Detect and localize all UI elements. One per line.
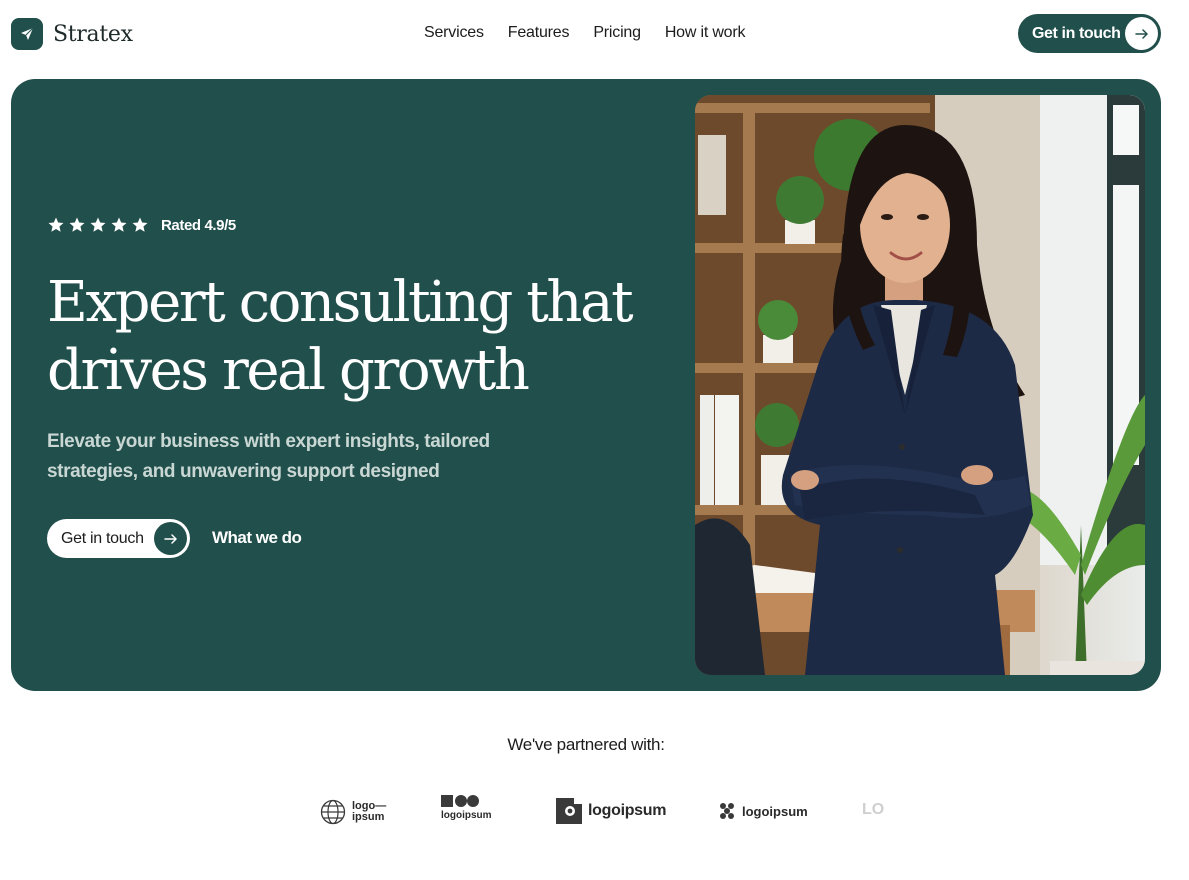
nav-get-in-touch-button[interactable]: Get in touch: [1018, 14, 1161, 53]
partner-logo-5-text: LO: [862, 801, 885, 818]
headline-line-1: Expert consulting that: [47, 270, 634, 335]
partner-logo-4-text: logoipsum: [742, 803, 808, 819]
nav-link-how-it-work[interactable]: How it work: [665, 24, 746, 42]
rating-text: Rated 4.9/5: [161, 216, 236, 234]
hero-photo: [695, 95, 1145, 675]
partner-logo-2-text: logoipsum: [441, 810, 492, 821]
partner-logo-2: logoipsum: [441, 795, 492, 821]
star-icon: [48, 217, 64, 232]
star-icon: [69, 217, 85, 232]
star-icon: [90, 217, 106, 232]
hero-headline: Expert consulting that drives real growt…: [47, 269, 647, 405]
brand[interactable]: Stratex: [11, 18, 133, 50]
arrow-right-icon: [1125, 17, 1158, 50]
top-nav: Stratex Services Features Pricing How it…: [0, 0, 1189, 68]
hero-subhead: Elevate your business with expert insigh…: [47, 427, 527, 487]
partner-logo-3-text: logoipsum: [588, 802, 667, 819]
consultant-illustration: [695, 95, 1145, 675]
nav-cta-label: Get in touch: [1032, 24, 1121, 42]
paper-plane-icon: [11, 18, 43, 50]
hero-get-in-touch-button[interactable]: Get in touch: [47, 519, 190, 558]
hero-cta-label: Get in touch: [61, 529, 144, 547]
shapes-icon: [441, 795, 479, 807]
square-logo-icon: [556, 798, 582, 824]
arrow-right-icon: [154, 522, 187, 555]
partner-logo-3: logoipsum: [556, 798, 666, 824]
partner-logo-1-text: logo— ipsum: [352, 800, 387, 823]
star-icon: [111, 217, 127, 232]
partner-logos: logo— ipsum logoipsum logoipsum logoipsu…: [0, 795, 1189, 831]
nav-link-services[interactable]: Services: [424, 24, 484, 42]
nav-links: Services Features Pricing How it work: [424, 24, 746, 42]
partner-logo-1: logo— ipsum: [320, 799, 390, 825]
partners-title: We've partnered with:: [507, 735, 665, 754]
star-icon: [132, 217, 148, 232]
hero-section: Rated 4.9/5 Expert consulting that drive…: [11, 79, 1161, 691]
flower-icon: [720, 803, 734, 819]
rating: Rated 4.9/5: [47, 216, 236, 234]
brand-name: Stratex: [53, 21, 133, 47]
nav-link-pricing[interactable]: Pricing: [593, 24, 641, 42]
rating-stars: [47, 216, 149, 234]
partner-logo-5: LO: [862, 801, 884, 819]
partner-logo-4: logoipsum: [718, 802, 808, 820]
what-we-do-link[interactable]: What we do: [212, 528, 302, 548]
nav-link-features[interactable]: Features: [508, 24, 570, 42]
headline-line-2: drives real growth: [47, 338, 530, 403]
subhead-line-2: strategies, and unwavering support desig…: [47, 461, 440, 482]
subhead-line-1: Elevate your business with expert insigh…: [47, 431, 490, 452]
globe-icon: [320, 799, 346, 825]
